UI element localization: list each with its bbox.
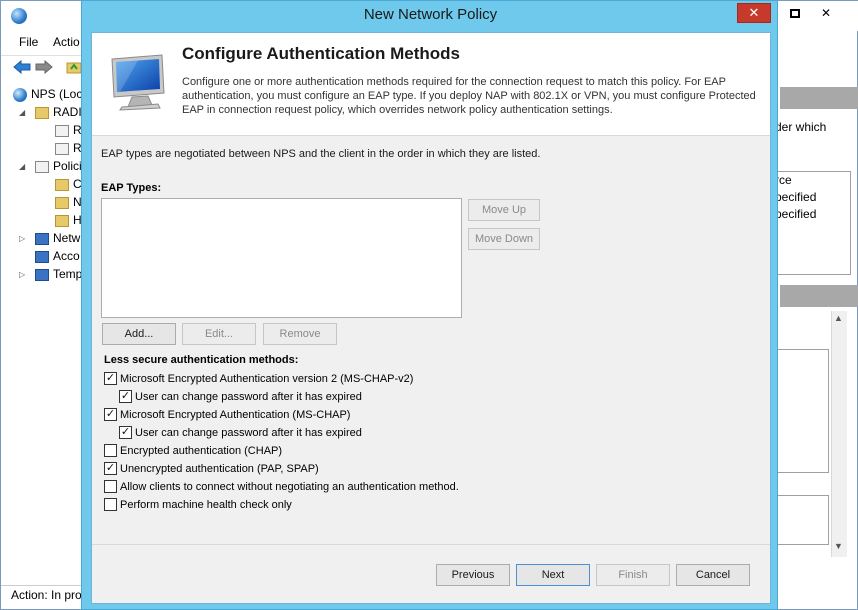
page-description: Configure one or more authentication met…: [182, 76, 756, 116]
add-eap-button[interactable]: Add...: [102, 323, 176, 345]
dialog-close-button[interactable]: ✕: [737, 3, 771, 23]
mschapv2-checkbox[interactable]: ✓: [104, 371, 117, 385]
close-window-button[interactable]: ✕: [813, 3, 839, 23]
details-list: [771, 495, 829, 545]
scroll-down-icon[interactable]: ▼: [834, 541, 843, 551]
no-negotiation-checkbox[interactable]: [104, 479, 117, 493]
chap-checkbox[interactable]: [104, 443, 117, 457]
wizard-header: Configure Authentication Methods Configu…: [92, 33, 770, 136]
folder-icon: [55, 178, 69, 191]
edit-eap-button[interactable]: Edit...: [182, 323, 256, 345]
tree-item-templates[interactable]: ▷ Temp: [19, 265, 82, 283]
back-arrow-icon[interactable]: [13, 60, 31, 74]
network-icon: [35, 268, 49, 281]
finish-button[interactable]: Finish: [596, 564, 670, 586]
details-row: pecified: [775, 207, 817, 221]
folder-icon: [55, 214, 69, 227]
tree-item-n[interactable]: N: [55, 193, 82, 211]
health-check-only-checkbox-row[interactable]: Perform machine health check only: [104, 497, 292, 514]
scroll-up-icon[interactable]: ▲: [834, 313, 843, 323]
tree-item-radius[interactable]: ◢ RADIU: [19, 103, 90, 121]
document-icon: [35, 160, 49, 173]
collapse-icon[interactable]: ◢: [19, 104, 25, 122]
tree-item-nps[interactable]: NPS (Loc: [13, 85, 82, 103]
eap-intro-text: EAP types are negotiated between NPS and…: [101, 148, 541, 160]
footer-divider: [92, 544, 770, 545]
dialog-title: New Network Policy: [363, 6, 498, 23]
cancel-button[interactable]: Cancel: [676, 564, 750, 586]
mschap-change-password-checkbox[interactable]: ✓: [119, 425, 132, 439]
folder-icon: [55, 196, 69, 209]
console-toolbar: [1, 55, 91, 79]
details-row: pecified: [775, 190, 817, 204]
forward-arrow-icon[interactable]: [35, 60, 53, 74]
pap-spap-checkbox[interactable]: ✓: [104, 461, 117, 475]
mschapv2-checkbox-row[interactable]: ✓ Microsoft Encrypted Authentication vers…: [104, 371, 413, 388]
nps-app-icon: [11, 8, 27, 24]
mschapv2-change-password-checkbox-row[interactable]: ✓ User can change password after it has e…: [119, 389, 362, 406]
expand-icon[interactable]: ▷: [19, 266, 25, 284]
maximize-button[interactable]: [782, 3, 808, 23]
menu-action[interactable]: Actio: [53, 35, 80, 49]
mschap-change-password-checkbox-row[interactable]: ✓ User can change password after it has e…: [119, 425, 362, 442]
tree-item-c[interactable]: C: [55, 175, 82, 193]
tree-item-accounting[interactable]: Acco: [35, 247, 80, 265]
section-header-band: [780, 87, 858, 109]
globe-icon: [13, 87, 27, 102]
details-pane-strip: der which rce pecified pecified ▲ ▼: [771, 85, 858, 585]
mschapv2-change-password-checkbox[interactable]: ✓: [119, 389, 132, 403]
network-icon: [35, 232, 49, 245]
new-network-policy-dialog: New Network Policy ✕ Configure Authentic…: [81, 0, 778, 610]
page-title: Configure Authentication Methods: [182, 44, 460, 63]
eap-types-list[interactable]: [101, 198, 462, 318]
details-text: der which: [775, 120, 827, 134]
menu-file[interactable]: File: [19, 35, 38, 49]
eap-types-label: EAP Types:: [101, 182, 162, 194]
mschap-checkbox[interactable]: ✓: [104, 407, 117, 421]
network-icon: [35, 250, 49, 263]
folder-icon: [35, 106, 49, 119]
collapse-icon[interactable]: ◢: [19, 158, 25, 176]
move-up-button[interactable]: Move Up: [468, 199, 540, 221]
console-status-bar: Action: In pro: [1, 585, 85, 605]
previous-button[interactable]: Previous: [436, 564, 510, 586]
dialog-body: Configure Authentication Methods Configu…: [91, 32, 771, 604]
section-header-band: [780, 285, 858, 307]
chap-checkbox-row[interactable]: Encrypted authentication (CHAP): [104, 443, 282, 460]
health-check-only-checkbox[interactable]: [104, 497, 117, 511]
close-icon: ✕: [748, 5, 760, 20]
expand-icon[interactable]: ▷: [19, 230, 25, 248]
less-secure-methods-label: Less secure authentication methods:: [104, 354, 299, 366]
document-icon: [55, 142, 69, 155]
next-button[interactable]: Next: [516, 564, 590, 586]
tree-item-policies[interactable]: ◢ Polici: [19, 157, 82, 175]
close-icon: ✕: [820, 6, 832, 20]
vertical-scrollbar[interactable]: ▲ ▼: [831, 311, 847, 557]
tree-item-network[interactable]: ▷ Netw: [19, 229, 80, 247]
no-negotiation-checkbox-row[interactable]: Allow clients to connect without negotia…: [104, 479, 459, 496]
monitor-icon: [111, 54, 165, 111]
mschap-checkbox-row[interactable]: ✓ Microsoft Encrypted Authentication (MS-…: [104, 407, 350, 424]
pap-spap-checkbox-row[interactable]: ✓ Unencrypted authentication (PAP, SPAP): [104, 461, 319, 478]
remove-eap-button[interactable]: Remove: [263, 323, 337, 345]
console-menubar: File Actio: [1, 33, 91, 53]
move-down-button[interactable]: Move Down: [468, 228, 540, 250]
tree-item-h[interactable]: H: [55, 211, 82, 229]
document-icon: [55, 124, 69, 137]
console-tree: NPS (Loc ◢ RADIU RA Re ◢ Polici C N H ▷ …: [1, 85, 90, 285]
maximize-icon: [790, 9, 800, 19]
details-list: [771, 349, 829, 473]
